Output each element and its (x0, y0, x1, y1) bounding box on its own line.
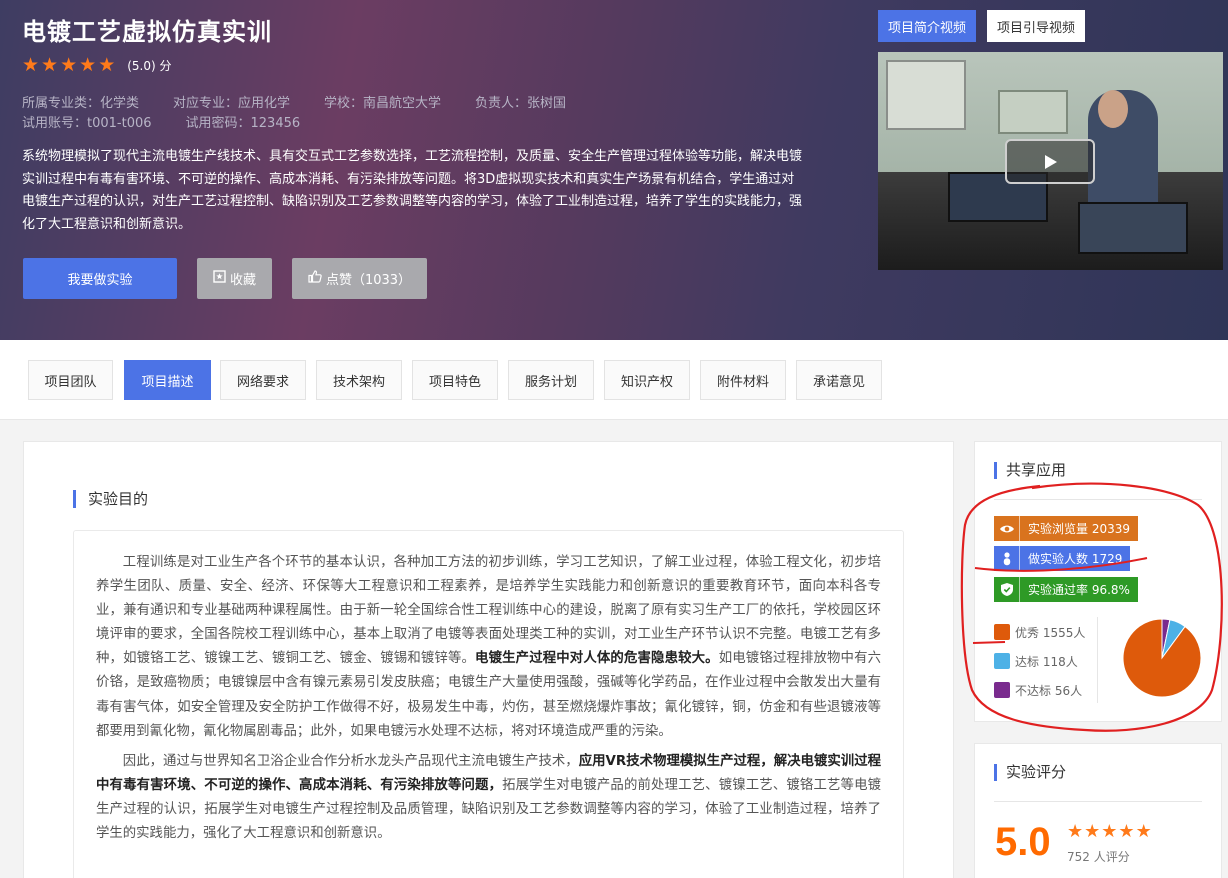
views-badge: 实验浏览量 20339 (994, 516, 1138, 541)
school: 学校：南昌航空大学 (324, 96, 442, 111)
bookmark-icon (213, 270, 226, 287)
legend-swatch (994, 653, 1010, 669)
star-icon: ★ (1067, 821, 1084, 842)
share-card: 共享应用 实验浏览量 20339 做实验人数 1729 实验通过率 96.8% … (974, 441, 1222, 722)
result-pie-chart (1122, 618, 1202, 698)
trial-password: 试用密码：123456 (185, 116, 301, 131)
text: 工程训练是对工业生产各个环节的基本认识，各种加工方法的初步训练，学习工艺知识，了… (96, 555, 881, 667)
major-category: 所属专业类：化学类 (22, 96, 140, 111)
like-label: 点赞（1033） (325, 273, 412, 288)
participants-badge: 做实验人数 1729 (994, 546, 1131, 571)
rating-stars: ★ ★ ★ ★ ★ (1067, 822, 1153, 842)
section-title: 实验目的 (73, 490, 148, 508)
rating-score-large: 5.0 (995, 820, 1051, 864)
legend-item-pass: 达标 118人 (994, 652, 1078, 670)
tab-tech-architecture[interactable]: 技术架构 (316, 360, 402, 400)
article-body: 工程训练是对工业生产各个环节的基本认识，各种加工方法的初步训练，学习工艺知识，了… (73, 530, 904, 878)
paragraph: 因此，通过与世界知名卫浴企业合作分析水龙头产品现代主流电镀生产技术，应用VR技术… (96, 750, 881, 846)
text: 因此，通过与世界知名卫浴企业合作分析水龙头产品现代主流电镀生产技术， (122, 753, 579, 769)
video-frame-detail (998, 90, 1068, 134)
star-icon: ★ (1084, 821, 1101, 842)
project-meta: 所属专业类：化学类 对应专业：应用化学 学校：南昌航空大学 负责人：张树国 (22, 92, 600, 111)
description-panel: 实验目的 工程训练是对工业生产各个环节的基本认识，各种加工方法的初步训练，学习工… (23, 441, 954, 878)
divider (1097, 617, 1098, 703)
card-title: 共享应用 (994, 462, 1066, 479)
legend-item-excellent: 优秀 1555人 (994, 623, 1085, 641)
shield-check-icon (994, 577, 1019, 602)
rating-score: (5.0) 分 (127, 58, 172, 73)
divider (994, 499, 1202, 500)
paragraph: 工程训练是对工业生产各个环节的基本认识，各种加工方法的初步训练，学习工艺知识，了… (96, 551, 881, 744)
major: 对应专业：应用化学 (173, 96, 291, 111)
legend-label: 优秀 1555人 (1015, 625, 1086, 640)
legend-swatch (994, 624, 1010, 640)
rating-card: 实验评分 5.0 ★ ★ ★ ★ ★ 752 人评分 (974, 743, 1222, 878)
star-icon: ★ (1118, 821, 1135, 842)
divider (994, 801, 1202, 802)
video-player[interactable] (878, 52, 1223, 270)
participants-label: 做实验人数 1729 (1019, 546, 1131, 571)
tab-network-requirements[interactable]: 网络要求 (220, 360, 306, 400)
play-button[interactable] (1005, 139, 1095, 184)
video-frame-detail (1078, 202, 1188, 254)
tab-service-plan[interactable]: 服务计划 (508, 360, 594, 400)
project-title: 电镀工艺虚拟仿真实训 (22, 18, 272, 46)
rating-stars: ★ ★ ★ ★ ★ (5.0) 分 (22, 55, 172, 75)
project-header: 电镀工艺虚拟仿真实训 ★ ★ ★ ★ ★ (5.0) 分 所属专业类：化学类 对应… (0, 0, 1228, 340)
tab-project-team[interactable]: 项目团队 (28, 360, 113, 400)
favorite-label: 收藏 (229, 273, 256, 288)
legend-item-fail: 不达标 56人 (994, 681, 1082, 699)
tab-commitment[interactable]: 承诺意见 (796, 360, 882, 400)
legend-label: 不达标 56人 (1015, 683, 1083, 698)
pie-slice-excellent (1122, 618, 1202, 698)
tab-attachments[interactable]: 附件材料 (700, 360, 786, 400)
play-icon (1045, 154, 1057, 169)
pass-rate-badge: 实验通过率 96.8% (994, 577, 1138, 602)
section-tabs: 项目团队 项目描述 网络要求 技术架构 项目特色 服务计划 知识产权 附件材料 … (0, 340, 1228, 420)
star-icon: ★ (1101, 821, 1118, 842)
favorite-button[interactable]: 收藏 (197, 258, 272, 299)
video-frame-detail (886, 60, 966, 130)
tab-project-description[interactable]: 项目描述 (124, 360, 211, 400)
legend-swatch (994, 682, 1010, 698)
star-icon: ★ (41, 54, 59, 76)
views-label: 实验浏览量 20339 (1019, 516, 1138, 541)
rating-count: 752 人评分 (1067, 850, 1130, 864)
tab-guide-video[interactable]: 项目引导视频 (987, 10, 1086, 42)
do-experiment-button[interactable]: 我要做实验 (23, 258, 177, 299)
eye-icon (994, 516, 1019, 541)
project-description: 系统物理模拟了现代主流电镀生产线技术、具有交互式工艺参数选择，工艺流程控制，及质… (22, 149, 803, 232)
tab-project-features[interactable]: 项目特色 (412, 360, 498, 400)
tab-intellectual-property[interactable]: 知识产权 (604, 360, 690, 400)
star-icon: ★ (60, 54, 78, 76)
star-icon: ★ (22, 54, 40, 76)
star-icon: ★ (79, 54, 97, 76)
owner: 负责人：张树国 (475, 96, 567, 111)
legend-label: 达标 118人 (1015, 654, 1078, 669)
highlight-text: 电镀生产过程中对人体的危害隐患较大。 (475, 651, 719, 667)
person-icon (994, 546, 1019, 571)
star-icon: ★ (1135, 821, 1152, 842)
trial-account: 试用账号：t001-t006 (22, 116, 152, 131)
tab-intro-video[interactable]: 项目简介视频 (878, 10, 977, 42)
video-frame-detail (1098, 90, 1128, 128)
card-title: 实验评分 (994, 764, 1066, 781)
star-icon: ★ (98, 54, 116, 76)
like-button[interactable]: 点赞（1033） (292, 258, 427, 299)
trial-info: 试用账号：t001-t006 试用密码：123456 (22, 112, 334, 131)
thumbs-up-icon (308, 270, 322, 287)
pass-rate-label: 实验通过率 96.8% (1019, 577, 1138, 602)
